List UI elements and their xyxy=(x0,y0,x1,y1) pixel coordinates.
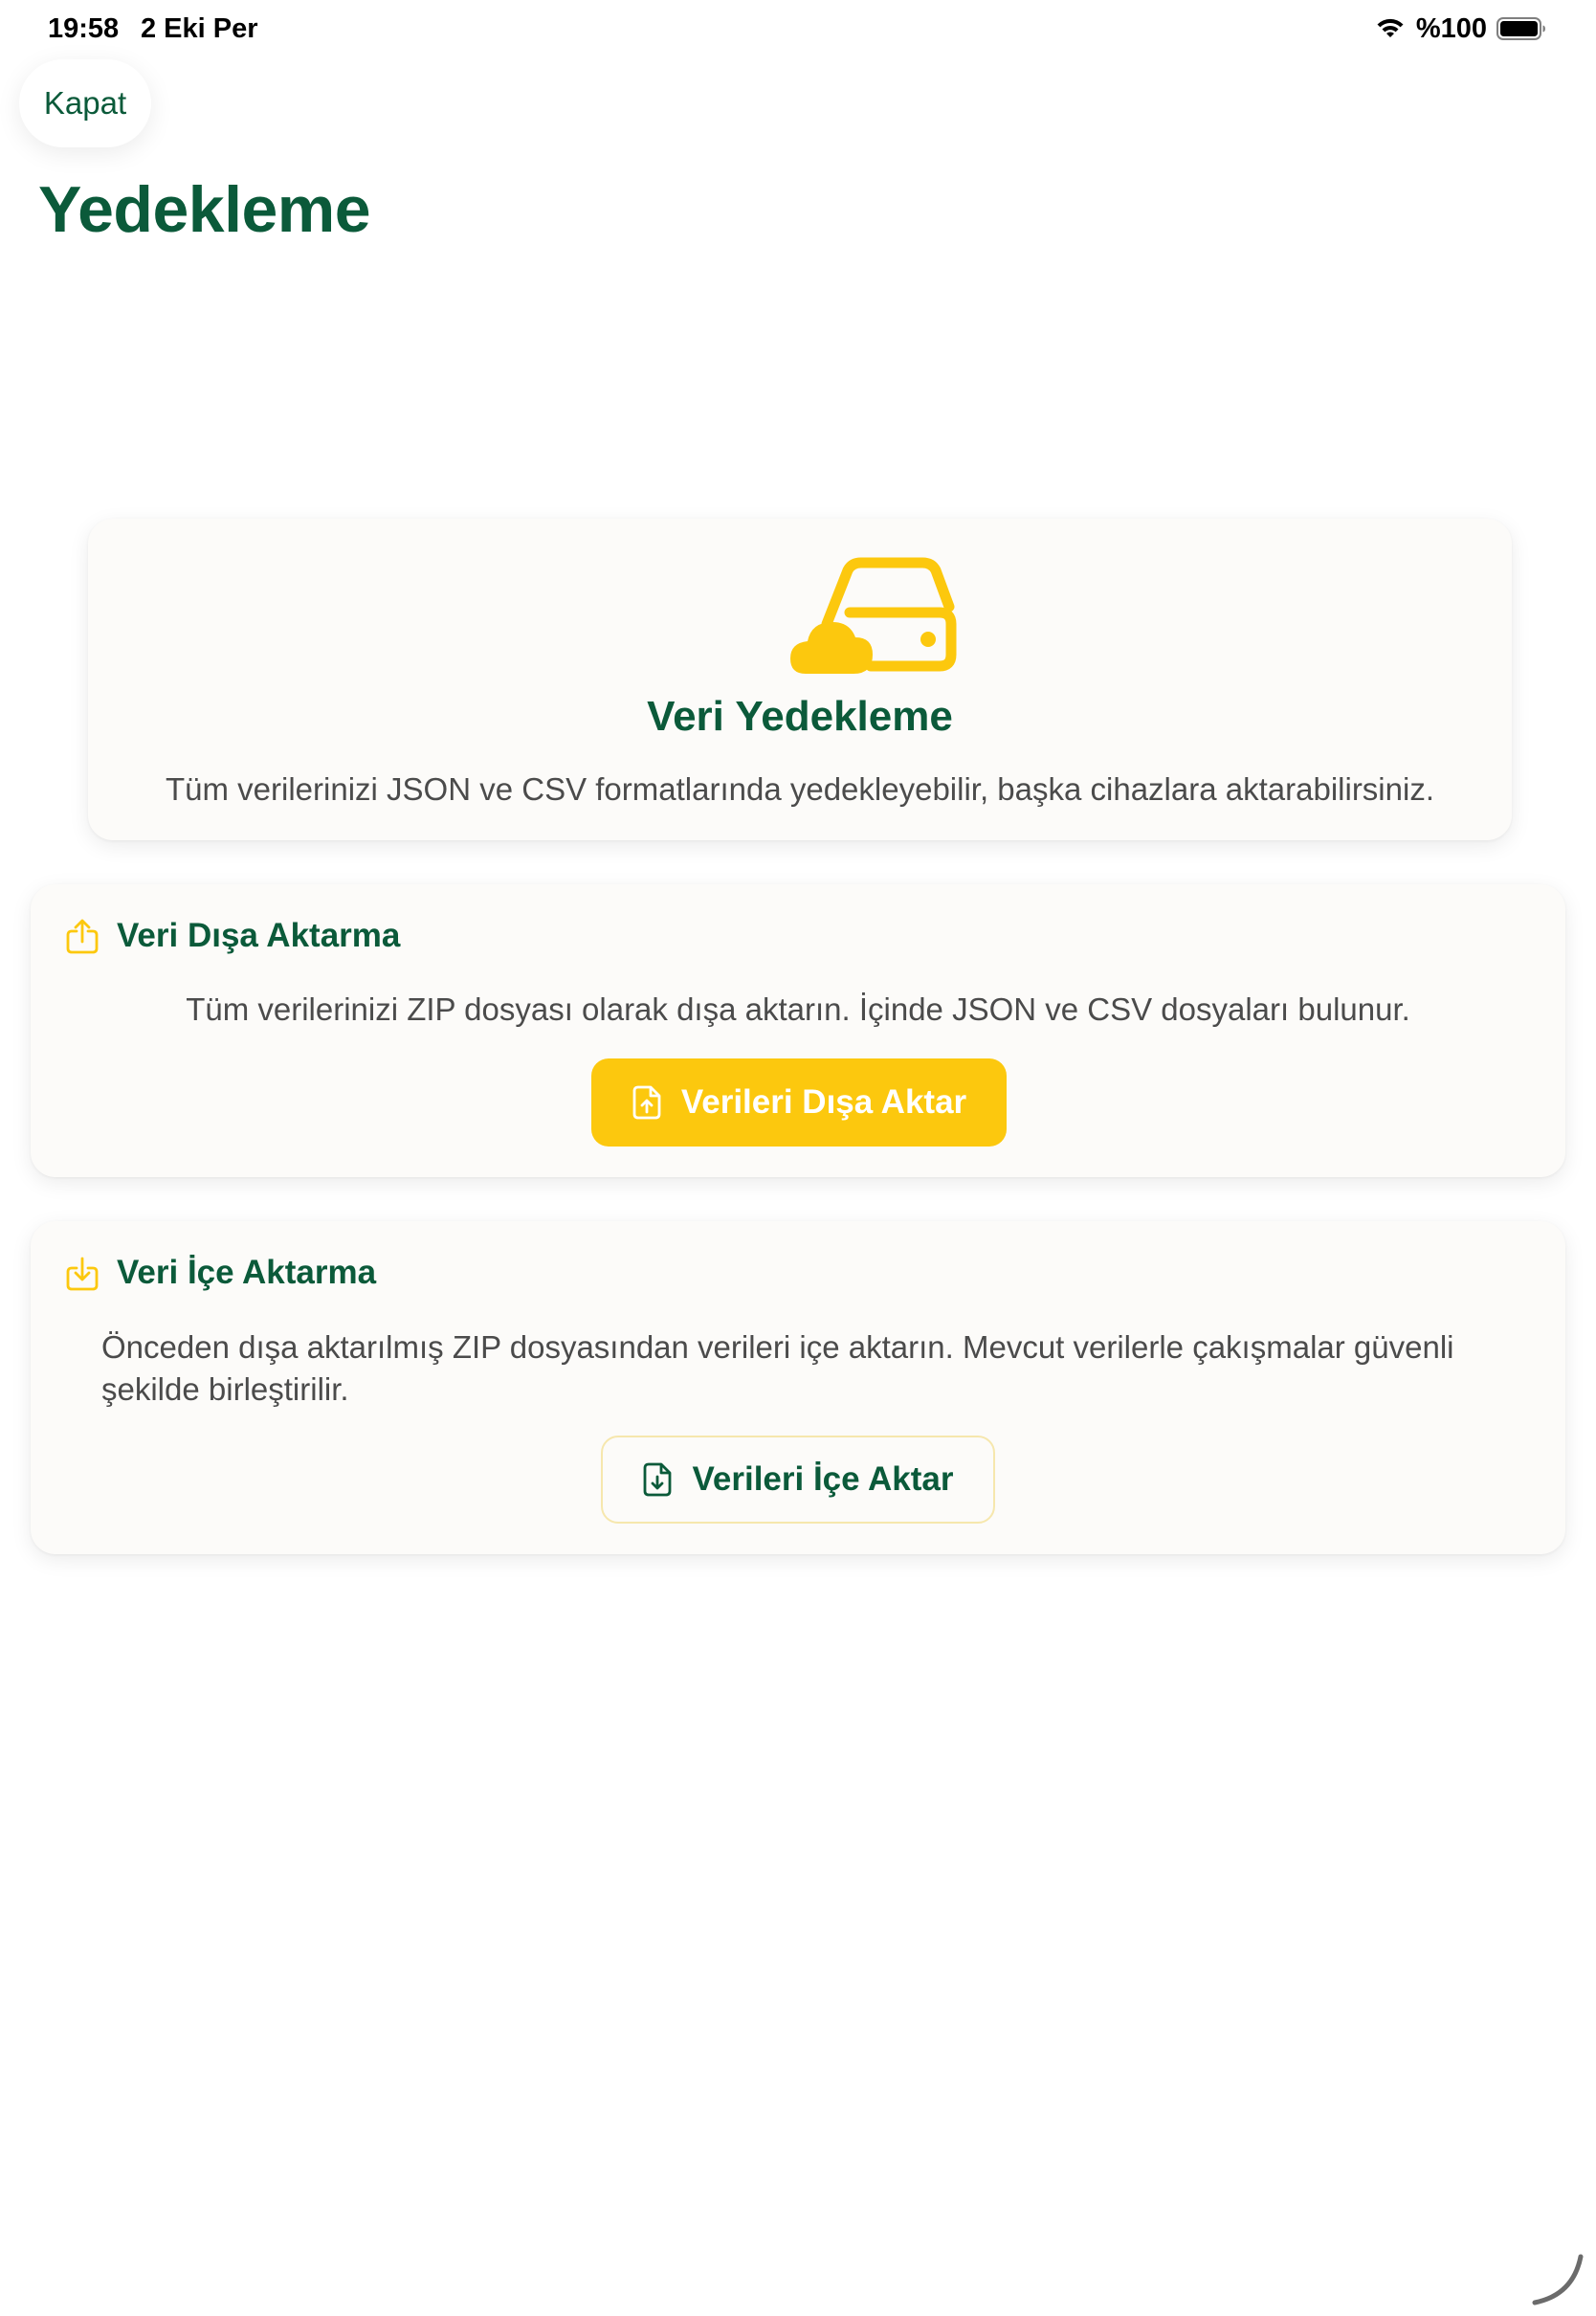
backup-info-card: Veri Yedekleme Tüm verilerinizi JSON ve … xyxy=(88,519,1512,840)
export-card: Veri Dışa Aktarma Tüm verilerinizi ZIP d… xyxy=(31,884,1565,1177)
import-card: Veri İçe Aktarma Önceden dışa aktarılmış… xyxy=(31,1221,1565,1554)
import-section-header: Veri İçe Aktarma xyxy=(65,1254,376,1292)
file-download-icon xyxy=(644,1462,672,1497)
cloud-drive-icon xyxy=(790,557,957,674)
status-date: 2 Eki Per xyxy=(141,13,258,44)
hero-description: Tüm verilerinizi JSON ve CSV formatların… xyxy=(166,771,1434,807)
import-data-button-label: Verileri İçe Aktar xyxy=(692,1460,954,1498)
import-description: Önceden dışa aktarılmış ZIP dosyasından … xyxy=(101,1329,1454,1407)
battery-icon xyxy=(1496,17,1545,40)
page-title: Yedekleme xyxy=(38,173,371,246)
status-time: 19:58 xyxy=(48,13,120,44)
hero-title: Veri Yedekleme xyxy=(647,693,953,740)
tray-download-icon xyxy=(66,1257,99,1291)
wifi-icon xyxy=(1377,18,1404,37)
file-upload-icon xyxy=(632,1085,661,1120)
export-data-button-label: Verileri Dışa Aktar xyxy=(680,1083,967,1121)
close-button[interactable]: Kapat xyxy=(19,59,151,147)
status-bar: 19:58 2 Eki Per %100 xyxy=(0,0,1596,61)
status-indicators: %100 xyxy=(1374,11,1546,46)
export-section-header: Veri Dışa Aktarma xyxy=(65,917,400,955)
resize-handle-icon[interactable] xyxy=(1531,2253,1585,2306)
import-section-title: Veri İçe Aktarma xyxy=(117,1254,377,1291)
close-button-label: Kapat xyxy=(43,85,127,121)
import-data-button[interactable]: Verileri İçe Aktar xyxy=(601,1436,995,1524)
share-upload-icon xyxy=(66,919,99,954)
battery-percentage: %100 xyxy=(1415,12,1487,44)
export-data-button[interactable]: Verileri Dışa Aktar xyxy=(591,1058,1007,1147)
export-section-title: Veri Dışa Aktarma xyxy=(117,917,401,954)
export-description: Tüm verilerinizi ZIP dosyası olarak dışa… xyxy=(186,991,1410,1027)
